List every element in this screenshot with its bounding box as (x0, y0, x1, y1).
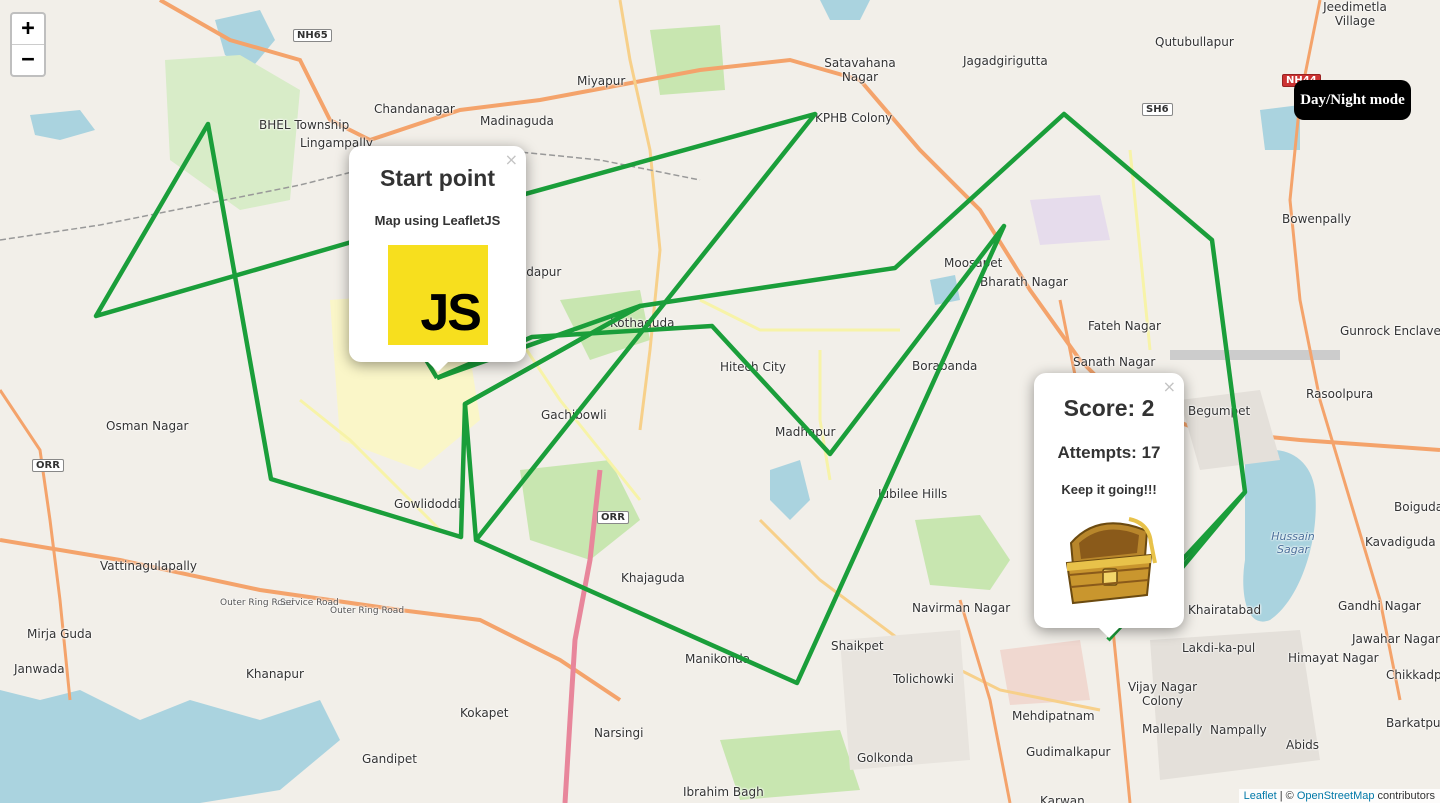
treasure-chest-icon (1065, 517, 1157, 605)
javascript-logo-icon: JS (388, 245, 488, 345)
map-canvas[interactable]: Chandanagar BHEL Township Lingampally Ma… (0, 0, 1440, 803)
zoom-in-button[interactable]: + (12, 14, 44, 44)
openstreetmap-link[interactable]: OpenStreetMap (1297, 790, 1375, 802)
attribution-separator: | © (1276, 790, 1297, 802)
logo-text: JS (420, 284, 482, 342)
map-attribution: Leaflet | © OpenStreetMap contributors (1238, 789, 1440, 803)
popup-tip (427, 362, 448, 372)
popup-title: Start point (380, 165, 495, 191)
route-line (1178, 490, 1247, 572)
leaflet-link[interactable]: Leaflet (1244, 790, 1277, 802)
popup-subtitle: Map using LeafletJS (374, 213, 501, 228)
encouragement-message: Keep it going!!! (1061, 482, 1157, 497)
day-night-mode-button[interactable]: Day/Night mode (1294, 80, 1411, 120)
score-popup: × Score: 2 Attempts: 17 Keep it going!!! (1034, 373, 1184, 638)
zoom-control: + − (10, 12, 46, 77)
start-point-popup: × Start point Map using LeafletJS JS (349, 146, 526, 372)
close-popup-button[interactable]: × (1163, 377, 1176, 396)
route-layer (93, 111, 1248, 686)
zoom-out-button[interactable]: − (12, 44, 44, 75)
score-value: Score: 2 (1063, 395, 1155, 421)
attribution-contributors: contributors (1374, 790, 1435, 802)
popup-tip (1099, 628, 1119, 638)
attempts-value: Attempts: 17 (1057, 443, 1161, 462)
